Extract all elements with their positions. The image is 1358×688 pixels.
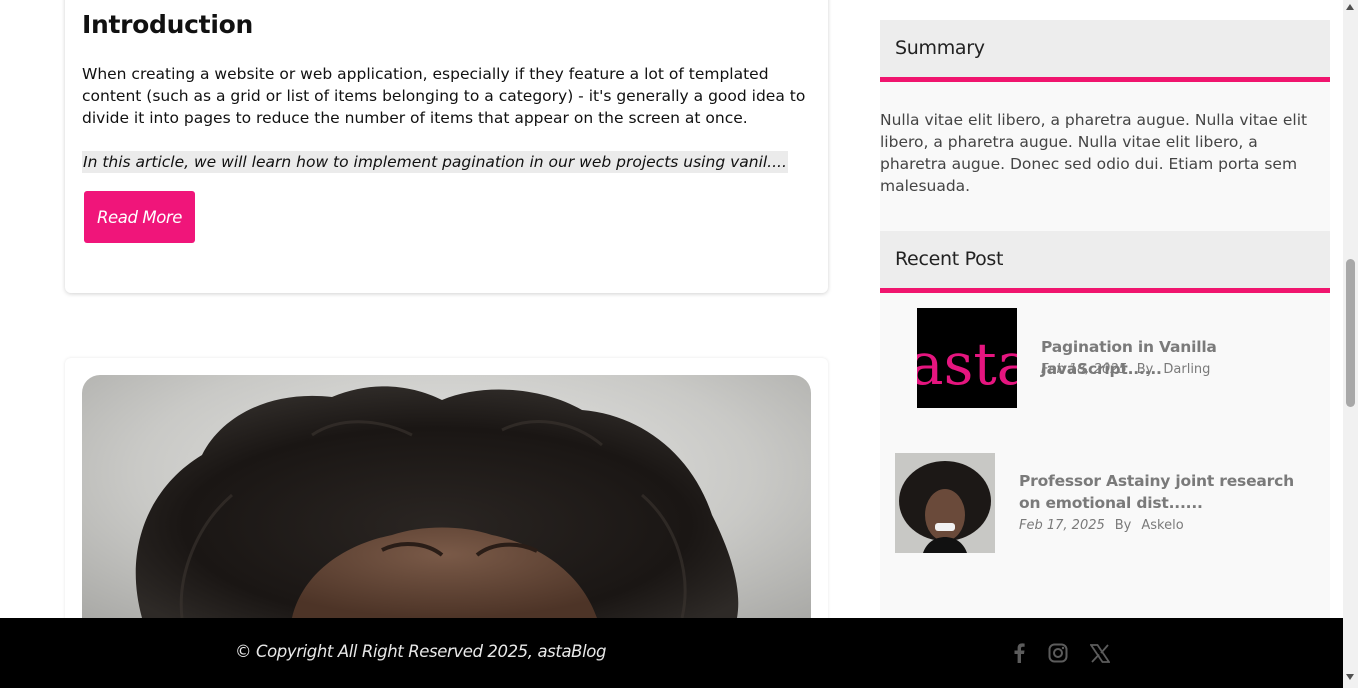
copyright-text: © Copyright All Right Reserved 2025, ast… [235,642,607,661]
recent-post-meta: Feb 18, 2025 By Darling [1041,362,1210,377]
footer: © Copyright All Right Reserved 2025, ast… [0,618,1343,688]
thumb-logo-text: asta [917,330,1017,398]
article-title: Introduction [82,10,253,39]
instagram-icon[interactable] [1046,641,1070,665]
recent-post-thumbnail[interactable] [895,453,995,553]
recent-post-title[interactable]: Professor Astainy joint research on emot… [1019,470,1309,514]
summary-widget-title: Summary [895,37,985,59]
recent-post-widget-title: Recent Post [895,248,1004,270]
scroll-down-arrow-icon[interactable] [1346,674,1354,680]
post-date: Feb 18, 2025 [1041,362,1127,377]
post-date: Feb 17, 2025 [1019,518,1105,533]
post-by-label: By [1114,518,1132,533]
portrait-illustration [135,386,739,618]
recent-post-thumbnail[interactable]: asta [917,308,1017,408]
post-author[interactable]: Askelo [1141,518,1183,533]
recent-post-meta: Feb 17, 2025 By Askelo [1019,518,1184,533]
post-by-label: By [1136,362,1154,377]
asta-logo-thumbnail: asta [917,308,1017,408]
portrait-thumbnail [895,453,995,553]
article-excerpt: In this article, we will learn how to im… [82,151,788,173]
article-body: When creating a website or web applicati… [82,65,806,127]
article-image[interactable] [82,375,811,618]
summary-widget-header: Summary [880,20,1330,82]
page-scrollbar[interactable] [1343,0,1358,688]
scroll-up-arrow-icon[interactable] [1346,4,1354,10]
read-more-button[interactable]: Read More [84,191,195,243]
recent-post-widget-header: Recent Post [880,231,1330,293]
article-card [65,0,828,293]
summary-text: Nulla vitae elit libero, a pharetra augu… [880,111,1308,195]
facebook-icon[interactable] [1007,641,1031,665]
post-author[interactable]: Darling [1163,362,1210,377]
scroll-thumb[interactable] [1346,259,1355,407]
x-icon[interactable] [1088,641,1112,665]
